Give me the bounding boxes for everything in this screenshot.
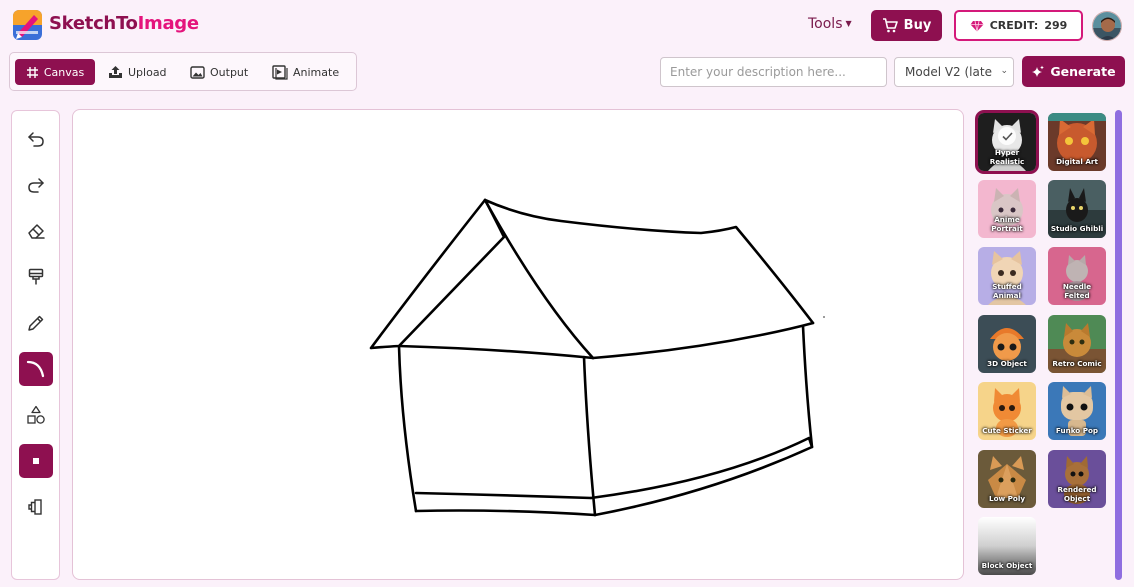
style-low-poly[interactable]: Low Poly: [978, 450, 1036, 508]
play-icon: [272, 64, 288, 80]
style-label: Needle Felted: [1062, 282, 1092, 300]
shapes-icon: [27, 405, 45, 424]
style-label: Hyper Realistic: [989, 148, 1025, 166]
style-label: Low Poly: [988, 494, 1025, 503]
gem-icon: [970, 20, 984, 32]
brand-accent-text: Image: [137, 13, 200, 34]
brand-main-text: SketchTo: [49, 13, 138, 34]
tab-upload[interactable]: Upload: [102, 59, 173, 85]
tab-output-label: Output: [210, 65, 249, 79]
style-rendered-object[interactable]: Rendered Object: [1048, 450, 1106, 508]
tools-menu[interactable]: Tools ▼: [808, 16, 852, 32]
tab-upload-label: Upload: [128, 65, 167, 79]
style-label: Funko Pop: [1055, 426, 1099, 435]
credit-badge[interactable]: CREDIT: 299: [954, 10, 1083, 41]
tab-canvas-label: Canvas: [43, 65, 85, 79]
style-stuffed-animal[interactable]: Stuffed Animal: [978, 247, 1036, 305]
brand-name[interactable]: SketchToImage: [49, 13, 199, 34]
image-icon: [190, 65, 205, 79]
style-label: Block Object: [981, 561, 1033, 570]
redo-button[interactable]: [19, 168, 53, 202]
style-3d-object[interactable]: 3D Object: [978, 315, 1036, 373]
style-label: Anime Portrait: [991, 215, 1023, 233]
model-select[interactable]: Model V2 (late ⌄: [894, 57, 1014, 87]
eraser-icon: [28, 224, 45, 239]
generate-button[interactable]: Generate: [1022, 56, 1125, 87]
paint-brush-button[interactable]: [19, 260, 53, 294]
avatar-image: [1093, 12, 1121, 40]
house-sketch-drawing: [369, 198, 825, 517]
style-label: Studio Ghibli: [1050, 224, 1104, 233]
sparkle-icon: [1032, 65, 1045, 77]
generate-label: Generate: [1050, 64, 1116, 79]
user-avatar[interactable]: [1092, 11, 1122, 41]
undo-icon: [28, 132, 44, 147]
paint-brush-icon: [28, 268, 44, 285]
tools-label: Tools: [808, 16, 843, 32]
app-logo-icon: [13, 10, 42, 40]
pencil-icon: [28, 315, 44, 331]
style-cute-sticker[interactable]: Cute Sticker: [978, 382, 1036, 440]
style-label: 3D Object: [987, 359, 1027, 368]
mode-tabs: Canvas Upload Output Animate: [9, 52, 357, 91]
style-label: Stuffed Animal: [992, 282, 1022, 300]
buy-button[interactable]: Buy: [871, 10, 942, 41]
curve-button[interactable]: [19, 352, 53, 386]
style-funko-pop[interactable]: Funko Pop: [1048, 382, 1106, 440]
layers-button[interactable]: [19, 490, 53, 524]
cart-icon: [882, 18, 898, 33]
model-select-value: Model V2 (late: [905, 65, 992, 79]
tab-animate-label: Animate: [293, 65, 340, 79]
grid-icon: [26, 66, 38, 78]
credit-value: 299: [1044, 19, 1068, 32]
style-anime-portrait[interactable]: Anime Portrait: [978, 180, 1036, 238]
brush-size-button[interactable]: [19, 444, 53, 478]
drawing-tools-panel: [11, 110, 60, 580]
curve-icon: [26, 360, 45, 378]
credit-label: CREDIT:: [989, 19, 1039, 32]
gallery-scrollbar[interactable]: [1115, 110, 1122, 580]
pencil-button[interactable]: [19, 306, 53, 340]
style-needle-felted[interactable]: Needle Felted: [1048, 247, 1106, 305]
shapes-button[interactable]: [19, 398, 53, 432]
chevron-down-icon: ⌄: [998, 66, 1008, 76]
style-label: Rendered Object: [1057, 485, 1097, 503]
description-input[interactable]: [660, 57, 887, 87]
undo-button[interactable]: [19, 122, 53, 156]
style-hyper-realistic[interactable]: Hyper Realistic: [975, 110, 1039, 174]
layers-icon: [28, 499, 42, 515]
tab-canvas[interactable]: Canvas: [15, 59, 95, 85]
upload-icon: [109, 66, 122, 78]
checkmark-icon: [998, 127, 1016, 145]
tab-animate[interactable]: Animate: [266, 59, 345, 85]
style-retro-comic[interactable]: Retro Comic: [1048, 315, 1106, 373]
tab-output[interactable]: Output: [184, 59, 254, 85]
style-studio-ghibli[interactable]: Studio Ghibli: [1048, 180, 1106, 238]
brush-size-icon: [33, 458, 39, 464]
drawing-canvas[interactable]: [72, 109, 964, 580]
style-gallery: Hyper Realistic Digital Art Anime Portra…: [975, 110, 1110, 580]
caret-down-icon: ▼: [845, 19, 852, 28]
buy-label: Buy: [903, 18, 932, 33]
eraser-button[interactable]: [19, 214, 53, 248]
style-label: Retro Comic: [1052, 359, 1102, 368]
redo-icon: [28, 178, 44, 193]
style-digital-art[interactable]: Digital Art: [1048, 113, 1106, 171]
style-block-object[interactable]: Block Object: [978, 517, 1036, 575]
style-label: Digital Art: [1056, 157, 1098, 166]
style-label: Cute Sticker: [982, 426, 1032, 435]
top-bar: SketchToImage Tools ▼ Buy CREDIT: 299: [0, 0, 1134, 50]
